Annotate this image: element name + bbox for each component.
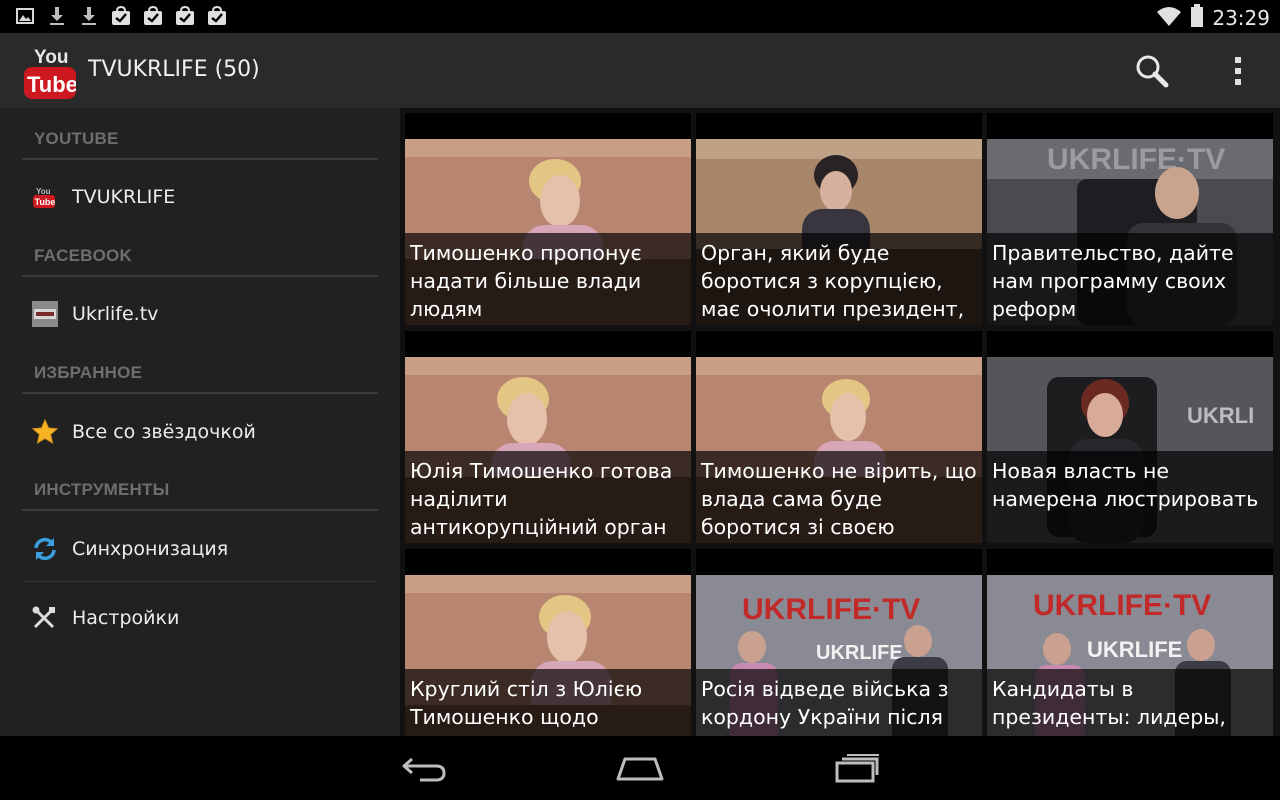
ukrlife-page-icon (22, 301, 72, 327)
drawer-item-label: Синхронизация (72, 538, 229, 560)
home-icon[interactable] (610, 750, 670, 786)
back-icon[interactable] (394, 750, 454, 786)
svg-text:Tube: Tube (35, 197, 56, 207)
svg-text:UKRLI: UKRLI (1187, 403, 1254, 428)
video-card[interactable]: UKRLIFE·TV UKRLIFE Кандидаты в президенты… (987, 549, 1273, 736)
section-header-favorites: ИЗБРАННОЕ (34, 363, 143, 382)
video-grid: Тимошенко пропонує надати більше влади л… (400, 108, 1280, 736)
shopping-bag-check-icon (142, 6, 164, 26)
channel-title: TVUKRLIFE (50) (88, 57, 260, 82)
divider (22, 509, 378, 511)
drawer-item-label: Ukrlife.tv (72, 303, 159, 325)
video-title: Новая власть не намерена люстрировать (987, 451, 1273, 543)
video-title: Юлія Тимошенко готова наділити антикоруп… (405, 451, 691, 543)
drawer-item-starred[interactable]: Все со звёздочкой (22, 404, 378, 460)
status-bar: 23:29 (0, 0, 1280, 33)
logo-tube-text: Tube (27, 72, 76, 97)
drawer-item-tvukrlife[interactable]: You Tube TVUKRLIFE (22, 169, 378, 225)
image-icon (14, 6, 36, 26)
video-card[interactable]: Тимошенко не вірить, що влада сама буде … (696, 331, 982, 543)
svg-text:UKRLIFE: UKRLIFE (1087, 637, 1182, 662)
svg-text:UKRLIFE·TV: UKRLIFE·TV (1047, 143, 1225, 176)
logo-you-text: You (34, 47, 68, 68)
video-card[interactable]: UKRLI Новая власть не намерена люстриров… (987, 331, 1273, 543)
section-header-tools: ИНСТРУМЕНТЫ (34, 480, 170, 499)
video-title: Тимошенко пропонує надати більше влади л… (405, 233, 691, 325)
divider (22, 158, 378, 160)
video-card[interactable]: Тимошенко пропонує надати більше влади л… (405, 113, 691, 325)
video-card[interactable]: Юлія Тимошенко готова наділити антикоруп… (405, 331, 691, 543)
video-card[interactable]: UKRLIFE·TV UKRLIFE Росія відведе війська … (696, 549, 982, 736)
navigation-drawer: YOUTUBE You Tube TVUKRLIFE FACEBOOK Ukrli… (0, 108, 400, 736)
drawer-item-label: Все со звёздочкой (72, 421, 256, 443)
search-icon[interactable] (1134, 53, 1170, 89)
svg-text:UKRLIFE: UKRLIFE (816, 642, 903, 664)
video-card[interactable]: Круглий стіл з Юлією Тимошенко щодо (405, 549, 691, 736)
action-bar: You Tube TVUKRLIFE (50) (0, 33, 1280, 108)
video-title: Орган, який буде боротися з корупцією, м… (696, 233, 982, 325)
drawer-item-label: TVUKRLIFE (72, 186, 176, 208)
shopping-bag-check-icon (174, 6, 196, 26)
video-title: Тимошенко не вірить, що влада сама буде … (696, 451, 982, 543)
clock: 23:29 (1212, 6, 1270, 30)
shopping-bag-check-icon (206, 6, 228, 26)
system-indicators: 23:29 (1156, 4, 1270, 32)
overflow-menu-icon[interactable] (1226, 53, 1250, 89)
youtube-icon: You Tube (22, 185, 72, 209)
svg-text:UKRLIFE·TV: UKRLIFE·TV (742, 593, 920, 626)
video-card[interactable]: Орган, який буде боротися з корупцією, м… (696, 113, 982, 325)
drawer-item-ukrlife[interactable]: Ukrlife.tv (22, 286, 378, 342)
video-card[interactable]: UKRLIFE·TV Правительство, дайте нам прог… (987, 113, 1273, 325)
shopping-bag-check-icon (110, 6, 132, 26)
battery-icon (1190, 4, 1204, 32)
video-title: Правительство, дайте нам программу своих… (987, 233, 1273, 325)
system-nav-bar (0, 736, 1280, 800)
video-title: Круглий стіл з Юлією Тимошенко щодо (405, 669, 691, 736)
drawer-item-sync[interactable]: Синхронизация (22, 521, 378, 577)
divider (22, 581, 378, 582)
drawer-item-label: Настройки (72, 607, 180, 629)
section-header-youtube: YOUTUBE (34, 129, 119, 148)
drawer-item-settings[interactable]: Настройки (22, 590, 378, 646)
download-icon (78, 6, 100, 26)
divider (22, 392, 378, 394)
notification-icons (14, 6, 228, 26)
settings-tools-icon (22, 606, 72, 630)
video-title: Кандидаты в президенты: лидеры, (987, 669, 1273, 736)
youtube-logo[interactable]: You Tube (24, 43, 78, 101)
section-header-facebook: FACEBOOK (34, 246, 132, 265)
sync-icon (22, 536, 72, 562)
divider (22, 275, 378, 277)
video-title: Росія відведе війська з кордону України … (696, 669, 982, 736)
svg-text:You: You (36, 187, 51, 196)
star-icon (22, 419, 72, 445)
wifi-icon (1156, 5, 1182, 31)
download-icon (46, 6, 68, 26)
recents-icon[interactable] (827, 750, 887, 786)
svg-text:UKRLIFE·TV: UKRLIFE·TV (1033, 589, 1211, 622)
